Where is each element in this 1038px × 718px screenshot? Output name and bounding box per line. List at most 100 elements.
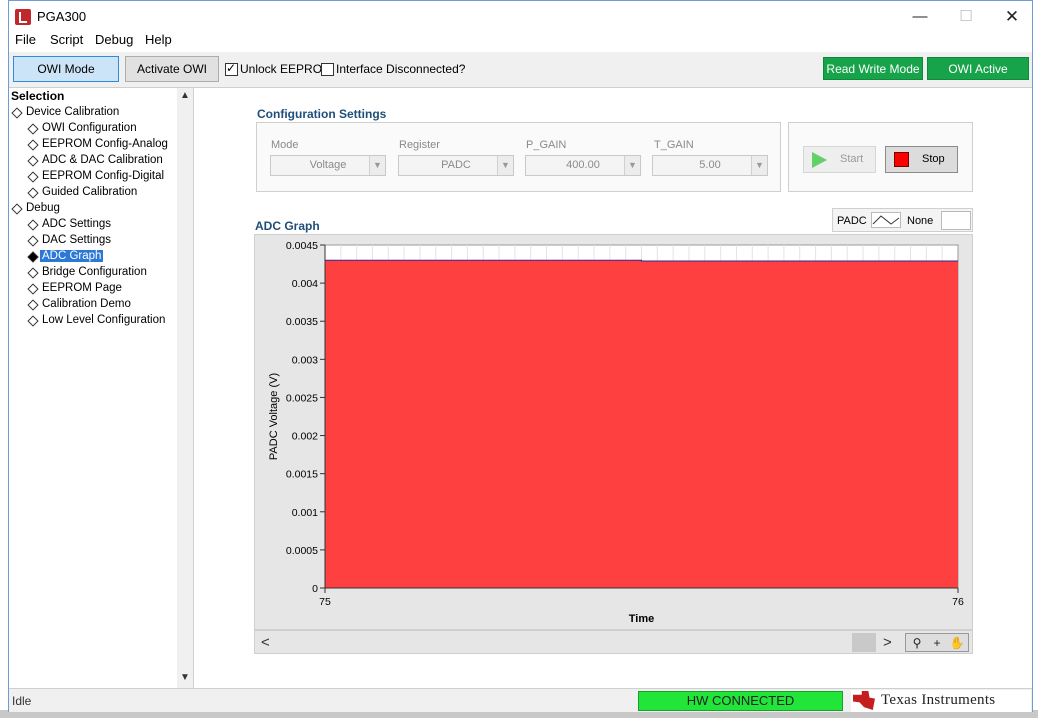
t-gain-label: T_GAIN [654, 139, 694, 151]
chevron-down-icon: ▼ [497, 156, 513, 175]
y-tick-label: 0.004 [292, 278, 318, 290]
start-button[interactable]: Start [803, 146, 876, 173]
mode-label: Mode [271, 139, 299, 151]
toolbar: OWI Mode Activate OWI Unlock EEPROM Inte… [9, 52, 1032, 88]
y-axis-label: PADC Voltage (V) [268, 373, 280, 460]
y-tick-label: 0.001 [292, 507, 318, 519]
legend-line-swatch[interactable] [871, 212, 901, 228]
scroll-down-icon[interactable]: ▼ [180, 672, 190, 683]
sidebar-scrollbar[interactable]: ▲ ▼ [177, 88, 193, 688]
diamond-icon [27, 219, 39, 231]
interface-disconnected-label: Interface Disconnected? [336, 62, 466, 76]
diamond-icon [27, 267, 39, 279]
minimize-button[interactable]: — [897, 5, 943, 29]
legend-none-label: None [907, 215, 934, 227]
scroll-up-icon[interactable]: ▲ [180, 90, 190, 101]
graph-navigation-bar: < > ⚲ + ✋ [254, 630, 973, 654]
activate-owi-button[interactable]: Activate OWI [125, 56, 219, 82]
mode-value: Voltage [309, 159, 347, 171]
menu-help[interactable]: Help [145, 32, 172, 47]
legend-none-swatch[interactable] [941, 211, 971, 230]
menu-bar: File Script Debug Help [9, 31, 1032, 51]
diamond-icon [27, 155, 39, 167]
register-select[interactable]: PADC ▼ [398, 155, 514, 176]
app-icon [15, 9, 31, 25]
texas-instruments-logo: Texas Instruments [851, 690, 1031, 712]
y-tick-label: 0.003 [292, 354, 318, 366]
status-bar: Idle HW CONNECTED Texas Instruments [9, 688, 1032, 712]
cursor-icon[interactable]: + [928, 635, 946, 651]
owi-mode-button[interactable]: OWI Mode [13, 56, 119, 82]
ti-logo-icon [853, 691, 875, 710]
interface-disconnected-checkbox[interactable] [321, 63, 334, 76]
menu-script[interactable]: Script [50, 32, 83, 47]
y-tick-label: 0 [312, 583, 318, 595]
diamond-icon [27, 315, 39, 327]
t-gain-value: 5.00 [699, 159, 721, 171]
legend-series-label: PADC [837, 215, 867, 227]
diamond-filled-icon [27, 251, 39, 263]
diamond-icon [27, 123, 39, 135]
y-tick-label: 0.0015 [286, 469, 318, 481]
diamond-icon [11, 107, 23, 119]
configuration-settings-box: Mode Voltage ▼ Register PADC ▼ P_GAIN 40… [256, 122, 781, 192]
x-tick-label: 76 [952, 596, 964, 608]
chevron-down-icon: ▼ [369, 156, 385, 175]
menu-file[interactable]: File [15, 32, 36, 47]
acquisition-control-box: Start Stop [788, 122, 973, 192]
graph-scroll-thumb[interactable] [852, 633, 876, 652]
menu-debug[interactable]: Debug [95, 32, 133, 47]
y-tick-label: 0.0025 [286, 392, 318, 404]
stop-button[interactable]: Stop [885, 146, 958, 173]
diamond-icon [27, 139, 39, 151]
hw-connected-indicator: HW CONNECTED [638, 691, 843, 711]
configuration-settings-title: Configuration Settings [257, 107, 387, 121]
x-axis-label: Time [629, 613, 654, 625]
window-title: PGA300 [37, 9, 87, 24]
unlock-eeprom-checkbox[interactable] [225, 61, 238, 76]
adc-graph-frame: 0 0.0005 0.001 0.0015 0.002 0.0025 0.003 0.0035… [254, 234, 973, 630]
mode-select[interactable]: Voltage ▼ [270, 155, 386, 176]
selection-header: Selection [11, 89, 65, 103]
diamond-icon [27, 299, 39, 311]
adc-graph-plot[interactable]: 0 0.0005 0.001 0.0015 0.002 0.0025 0.003 0.0035… [255, 235, 972, 629]
p-gain-select[interactable]: 400.00 ▼ [525, 155, 641, 176]
title-bar: PGA300 — ☐ ✕ [9, 1, 1032, 31]
pga300-window: PGA300 — ☐ ✕ File Script Debug Help OWI … [8, 0, 1033, 712]
selection-panel: Selection Device Calibration OWI Configu… [9, 88, 194, 688]
graph-legend: PADC None [832, 208, 973, 232]
stop-label: Stop [922, 153, 945, 165]
y-tick-label: 0.0035 [286, 316, 318, 328]
ti-logo-text: Texas Instruments [881, 692, 996, 708]
y-tick-label: 0.0005 [286, 545, 318, 557]
start-label: Start [840, 153, 864, 165]
chevron-down-icon: ▼ [751, 156, 767, 175]
graph-tools: ⚲ + ✋ [905, 633, 969, 652]
diamond-icon [27, 283, 39, 295]
owi-active-button[interactable]: OWI Active [927, 57, 1029, 80]
line-sample-icon [872, 215, 900, 225]
scroll-left-icon[interactable]: < [261, 634, 270, 651]
close-button[interactable]: ✕ [989, 5, 1035, 29]
t-gain-select[interactable]: 5.00 ▼ [652, 155, 768, 176]
diamond-icon [27, 171, 39, 183]
register-value: PADC [441, 159, 471, 171]
zoom-icon[interactable]: ⚲ [908, 635, 926, 651]
diamond-icon [27, 187, 39, 199]
diamond-icon [27, 235, 39, 247]
status-text: Idle [12, 694, 32, 708]
stop-icon [894, 152, 909, 167]
p-gain-label: P_GAIN [526, 139, 567, 151]
p-gain-value: 400.00 [566, 159, 600, 171]
read-write-mode-button[interactable]: Read Write Mode [823, 57, 923, 80]
register-label: Register [399, 139, 440, 151]
chevron-down-icon: ▼ [624, 156, 640, 175]
series-area-padc [325, 260, 958, 588]
scroll-right-icon[interactable]: > [883, 634, 892, 651]
adc-graph-title: ADC Graph [255, 219, 320, 233]
x-tick-label: 75 [319, 596, 331, 608]
play-icon [812, 152, 827, 168]
y-tick-label: 0.002 [292, 431, 318, 443]
pan-hand-icon[interactable]: ✋ [948, 635, 966, 651]
maximize-button[interactable]: ☐ [943, 5, 989, 29]
